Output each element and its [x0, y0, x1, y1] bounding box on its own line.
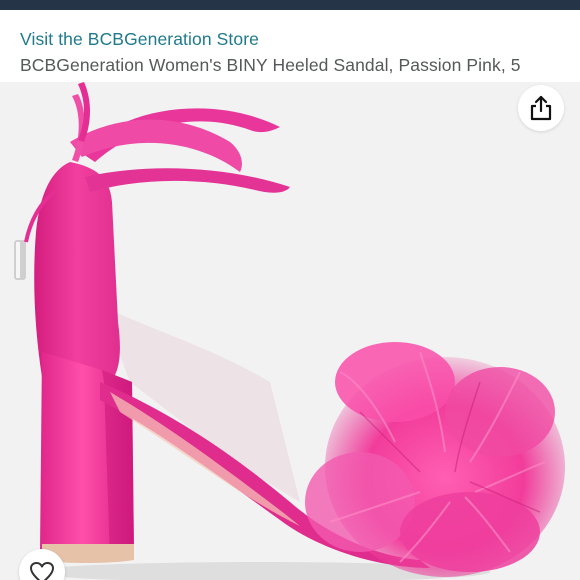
visit-store-link[interactable]: Visit the BCBGeneration Store [20, 29, 259, 50]
product-title: BCBGeneration Women's BINY Heeled Sandal… [20, 55, 521, 75]
top-status-bar [0, 0, 580, 10]
share-icon [530, 95, 552, 121]
share-button[interactable] [518, 85, 564, 131]
product-image-sandal [0, 82, 580, 580]
heart-icon [30, 562, 54, 580]
product-image-area[interactable] [0, 82, 580, 580]
feather-vamp [305, 342, 565, 577]
product-page: Visit the BCBGeneration Store BCBGenerat… [0, 0, 580, 580]
